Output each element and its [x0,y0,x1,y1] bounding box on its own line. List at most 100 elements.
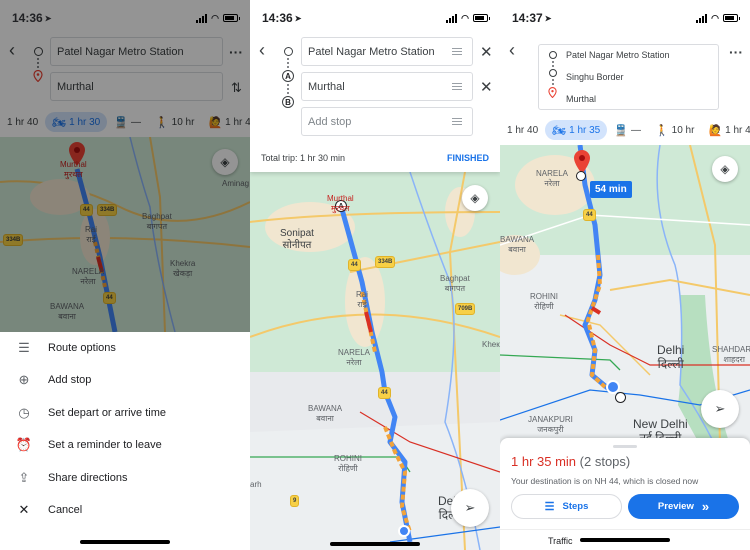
screen-route-menu: 14:36 ➤ ◠ ‹ Patel Nagar Metro Station Mur… [0,0,250,550]
layers-icon: ◈ [720,162,730,176]
menu-reminder[interactable]: ⏰ Set a reminder to leave [0,429,250,461]
signal-icon [196,13,208,23]
wifi-icon: ◠ [461,12,469,23]
home-indicator [80,540,170,544]
connector-dots [287,84,289,94]
status-time: 14:36 [262,11,293,25]
mode-transit[interactable]: 🚆 — [607,120,648,140]
total-trip-label: Total trip: 1 hr 30 min [261,153,346,163]
map-view[interactable]: 54 min NARELA नरेला BAWANA बवाना ROHINI रोह… [500,145,750,445]
status-time: 14:37 [512,11,543,25]
alarm-icon: ⏰ [15,437,33,452]
add-circle-icon: ⊕ [18,372,30,387]
steps-button[interactable]: ☰ Steps [511,494,622,519]
drag-handle-icon[interactable] [452,118,462,125]
mode-motorbike[interactable]: 🏍 1 hr 35 [545,120,608,140]
drag-handle-icon[interactable] [452,83,462,90]
status-time: 14:36 [12,11,43,25]
recenter-button[interactable]: ➢ [701,390,739,428]
screen-route-overview: 14:37 ➤ ◠ ‹ Patel Nagar Metro Station Sin… [500,0,750,550]
origin-input[interactable]: Patel Nagar Metro Station [301,37,473,66]
edit-stops-panel: 14:36 ➤ ◠ ‹ A B Patel Nagar Metro Station… [250,0,500,172]
add-stop-input[interactable]: Add stop [301,107,473,136]
dim-overlay[interactable] [0,0,250,332]
origin-marker[interactable] [615,392,626,403]
menu-route-options[interactable]: ☰ Route options [0,332,250,364]
highway-shield: 709B [455,303,476,315]
signal-icon [446,13,458,23]
route-options-sheet: ☰ Route options ⊕ Add stop ◷ Set depart or … [0,332,250,550]
route-stop-waypoint: Singhu Border [566,72,624,82]
highway-shield: 44 [348,259,361,271]
travel-mode-bar: 1 hr 40 🏍1 hr 35 🚆— 🚶10 hr 🙋1 hr 40 [500,118,750,142]
list-icon: ☰ [544,501,555,513]
trip-duration: 1 hr 35 min (2 stops) [511,454,631,469]
location-arrow-icon: ➤ [44,13,52,23]
remove-stop-a-button[interactable]: ✕ [480,78,493,96]
sheet-grabber[interactable] [613,445,637,448]
navigation-arrow-icon: ➢ [464,500,476,515]
route-stop-destination: Murthal [566,94,597,104]
finished-button[interactable]: FINISHED [447,153,489,163]
menu-add-stop[interactable]: ⊕ Add stop [0,364,250,396]
home-indicator [580,538,670,542]
route-stop-origin: Patel Nagar Metro Station [566,50,670,60]
sliders-icon: ☰ [18,340,30,355]
current-location-dot [398,525,410,537]
layers-button[interactable]: ◈ [712,156,738,182]
mode-walk[interactable]: 🚶 10 hr [648,120,702,140]
highway-shield: 334B [375,256,396,268]
remove-origin-button[interactable]: ✕ [480,43,493,61]
clock-icon: ◷ [18,405,30,420]
waypoint-marker[interactable] [576,171,586,181]
waypoint-icon [548,69,557,77]
battery-icon [723,14,740,22]
status-bar: 14:37 ➤ ◠ [500,0,750,36]
back-button[interactable]: ‹ [509,40,515,61]
menu-cancel[interactable]: ✕ Cancel [0,494,250,526]
wifi-icon: ◠ [711,12,719,23]
close-icon: ✕ [18,502,30,517]
stop-a-input[interactable]: Murthal [301,72,473,101]
double-chevron-icon: » [701,499,710,514]
origin-icon [548,51,557,59]
recenter-button[interactable]: ➢ [451,489,489,527]
map-view[interactable]: A Murthal मुरथल Sonipat सोनीपत Rai राई Bagh… [250,172,500,550]
status-bar: 14:36 ➤ ◠ [0,0,250,36]
battery-icon [473,14,490,22]
share-icon: ⇪ [18,470,30,485]
ride-hail-icon: 🙋 [708,124,723,137]
location-arrow-icon: ➤ [544,13,552,23]
highway-shield: 9 [290,495,300,507]
signal-icon [696,13,708,23]
highway-shield: 44 [583,209,596,221]
status-bar: 14:36 ➤ ◠ [250,0,500,36]
drag-handle-icon[interactable] [452,48,462,55]
walk-icon: 🚶 [654,124,669,137]
back-button[interactable]: ‹ [259,40,265,61]
navigation-arrow-icon: ➢ [714,401,726,416]
motorbike-icon: 🏍 [552,124,567,137]
eta-bubble[interactable]: 54 min [590,181,632,198]
transit-icon: 🚆 [614,124,628,137]
mode-ride-hail[interactable]: 🙋1 hr 40 [701,120,750,140]
layers-icon: ◈ [470,191,480,205]
menu-share-directions[interactable]: ⇪ Share directions [0,462,250,494]
home-indicator [330,542,420,546]
connector-dots [551,79,554,85]
wifi-icon: ◠ [211,12,219,23]
layers-button[interactable]: ◈ [462,185,488,211]
connector-dots [551,61,554,67]
traffic-label: Traffic [548,536,573,546]
location-arrow-icon: ➤ [294,13,302,23]
screen-edit-stops: A Murthal मुरथल Sonipat सोनीपत Rai राई Bagh… [250,0,500,550]
more-options-button[interactable]: ··· [729,44,743,60]
route-summary-panel: 1 hr 35 min (2 stops) Your destination i… [500,438,750,550]
destination-warning: Your destination is on NH 44, which is c… [511,476,699,486]
mode-car[interactable]: 1 hr 40 [500,120,545,140]
stop-a-icon: A [282,70,294,82]
preview-button[interactable]: Preview» [628,494,739,519]
menu-depart-arrive-time[interactable]: ◷ Set depart or arrive time [0,397,250,429]
route-summary-box[interactable]: Patel Nagar Metro Station Singhu Border … [538,44,719,110]
highway-shield: 44 [378,387,391,399]
